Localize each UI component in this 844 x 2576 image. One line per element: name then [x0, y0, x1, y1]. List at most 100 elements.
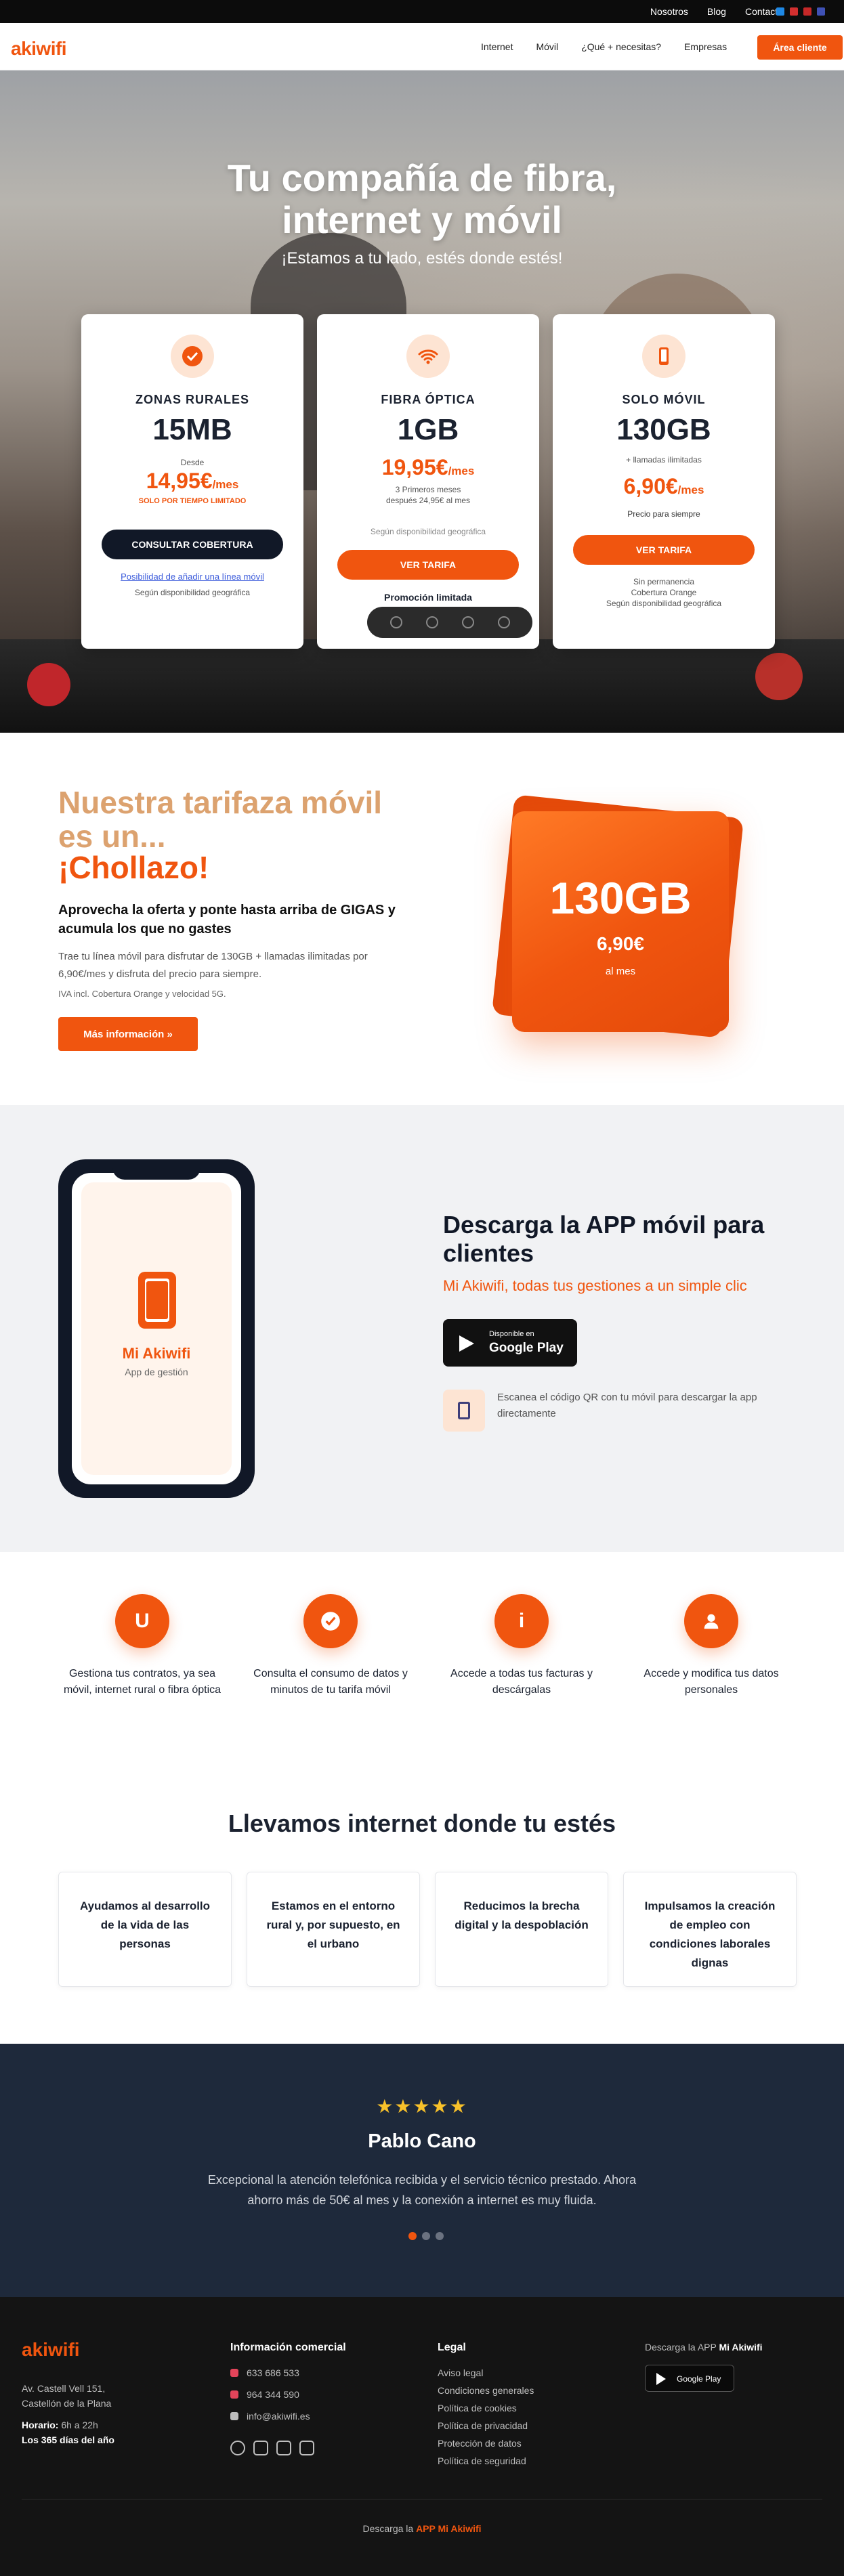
client-area-button[interactable]: Área cliente [757, 35, 843, 60]
promo-title-line: Nuestra tarifaza móvil [58, 785, 383, 820]
legal-link[interactable]: Política de privacidad [438, 2420, 528, 2431]
toolbar-icon[interactable] [389, 616, 402, 628]
check-coverage-button[interactable]: CONSULTAR COBERTURA [102, 530, 283, 559]
value-box: Reducimos la brecha digital y la despobl… [435, 1872, 608, 1987]
carousel-dots [408, 2232, 444, 2240]
phone-icon [230, 2369, 238, 2377]
carousel-dot[interactable] [408, 2232, 417, 2240]
phone-notch [112, 1159, 201, 1180]
email-link[interactable]: info@akiwifi.es [230, 2411, 310, 2422]
carousel-dot[interactable] [422, 2232, 430, 2240]
app-download-link[interactable]: APP Mi Akiwifi [416, 2523, 481, 2534]
hero-subtitle: ¡Estamos a tu lado, estés donde estés! [281, 249, 563, 267]
more-info-button[interactable]: Más información » [58, 1017, 198, 1051]
tomato-image [755, 653, 803, 700]
plan-price: 19,95€/mes [317, 455, 539, 480]
price-unit: /mes [212, 478, 239, 491]
google-play-icon [459, 1335, 474, 1352]
legal-link[interactable]: Política de seguridad [438, 2455, 526, 2466]
top-bar: Nosotros Blog Contacto [0, 0, 844, 23]
mail-icon [230, 2412, 238, 2420]
logo[interactable]: akiwifi [11, 38, 67, 60]
google-play-caption: Disponible en [489, 1330, 534, 1338]
phone-number: 964 344 590 [247, 2389, 299, 2400]
legal-link[interactable]: Aviso legal [438, 2367, 483, 2378]
phone-mockup: Mi Akiwifi App de gestión [58, 1159, 255, 1498]
feature-item: U Gestiona tus contratos, ya sea móvil, … [61, 1594, 224, 1698]
feature-item: i Accede a todas tus facturas y descárga… [440, 1594, 603, 1698]
flag-icon[interactable] [790, 7, 798, 16]
plan-card-rural: ZONAS RURALES 15MB Desde 14,95€/mes SOLO… [81, 314, 303, 649]
footer-google-play-button[interactable]: Google Play [645, 2365, 734, 2392]
twitter-icon[interactable] [253, 2441, 268, 2455]
value-box: Ayudamos al desarrollo de la vida de las… [58, 1872, 232, 1987]
phone-link[interactable]: 633 686 533 [230, 2367, 299, 2378]
testimonial-quote: Excepcional la atención telefónica recib… [207, 2173, 637, 2207]
app-section: Mi Akiwifi App de gestión Descarga la AP… [0, 1105, 844, 1552]
internet-title: Llevamos internet donde tu estés [228, 1809, 616, 1837]
toolbar-icon[interactable] [497, 616, 510, 628]
promo-card-period: al mes [605, 966, 636, 977]
price-prefix: Desde [180, 458, 205, 467]
plan-card-movil: SOLO MÓVIL 130GB + llamadas ilimitadas 6… [553, 314, 775, 649]
plan-extra: + llamadas ilimitadas [626, 455, 702, 465]
features-section: U Gestiona tus contratos, ya sea móvil, … [0, 1552, 844, 1739]
view-rate-button[interactable]: VER TARIFA [337, 550, 519, 580]
price-value: 6,90€ [623, 474, 678, 498]
nav-empresas[interactable]: Empresas [684, 41, 727, 52]
price-unit: /mes [448, 465, 475, 477]
linkedin-icon[interactable] [276, 2441, 291, 2455]
google-play-label: Google Play [489, 1341, 564, 1355]
flag-icon[interactable] [776, 7, 784, 16]
qr-instructions: Escanea el código QR con tu móvil para d… [497, 1392, 757, 1419]
promo-card: 130GB 6,90€ al mes [512, 811, 729, 1032]
footer-app-text: Descarga la APP Mi Akiwifi [645, 2342, 763, 2353]
hero-section: Tu compañía de fibra, internet y móvil ¡… [0, 70, 844, 733]
social-links [230, 2441, 314, 2455]
legal-link[interactable]: Política de cookies [438, 2403, 517, 2413]
footer-bottom: Descarga la APP Mi Akiwifi [0, 2523, 844, 2534]
availability-note: Según disponibilidad geográfica [134, 588, 251, 597]
limited-time-note: SOLO POR TIEMPO LIMITADO [138, 497, 247, 505]
feature-text: Accede a todas tus facturas y descárgala… [450, 1668, 593, 1696]
user-u-icon: U [115, 1594, 169, 1648]
nav-internet[interactable]: Internet [481, 41, 513, 52]
facebook-icon[interactable] [230, 2441, 245, 2455]
flag-icon[interactable] [817, 7, 825, 16]
promo-text: Trae tu línea móvil para disfrutar de 13… [58, 951, 368, 980]
value-box: Estamos en el entorno rural y, por supue… [247, 1872, 420, 1987]
legal-link[interactable]: Protección de datos [438, 2438, 522, 2449]
flag-icon[interactable] [803, 7, 811, 16]
footer-logo[interactable]: akiwifi [22, 2339, 80, 2361]
phone-number: 633 686 533 [247, 2367, 299, 2378]
email-address: info@akiwifi.es [247, 2411, 310, 2422]
app-text: Descarga la APP [645, 2342, 717, 2353]
rating-stars: ★★★★★ [376, 2096, 468, 2117]
carousel-dot[interactable] [436, 2232, 444, 2240]
phone-link[interactable]: 964 344 590 [230, 2389, 299, 2400]
nav-que-necesitas[interactable]: ¿Qué + necesitas? [581, 41, 661, 52]
footer: akiwifi Av. Castell Vell 151, Castellón … [0, 2297, 844, 2576]
toolbar-icon[interactable] [461, 616, 474, 628]
link-blog[interactable]: Blog [707, 6, 726, 17]
hero-stove [0, 639, 844, 733]
feature-text: Consulta el consumo de datos y minutos d… [253, 1668, 408, 1696]
nav-movil[interactable]: Móvil [536, 41, 558, 52]
price-value: 19,95€ [381, 455, 448, 479]
card-footnote: Cobertura Orange [631, 588, 697, 597]
floating-toolbar [367, 607, 532, 638]
google-play-button[interactable]: Disponible en Google Play [443, 1319, 577, 1367]
view-rate-button[interactable]: VER TARIFA [573, 535, 755, 565]
toolbar-icon[interactable] [425, 616, 438, 628]
instagram-icon[interactable] [299, 2441, 314, 2455]
add-mobile-line-link[interactable]: Posibilidad de añadir una línea móvil [81, 572, 303, 582]
promo-highlight: ¡Chollazo! [58, 850, 209, 885]
app-name: Mi Akiwifi [122, 1345, 191, 1362]
limited-promo-label: Promoción limitada [384, 592, 472, 603]
link-nosotros[interactable]: Nosotros [650, 6, 688, 17]
legal-link[interactable]: Condiciones generales [438, 2385, 534, 2396]
plan-speed: 1GB [397, 413, 459, 446]
promo-card-data: 130GB [549, 873, 692, 923]
google-play-icon [656, 2373, 666, 2385]
promo-card-price: 6,90€ [596, 933, 645, 954]
